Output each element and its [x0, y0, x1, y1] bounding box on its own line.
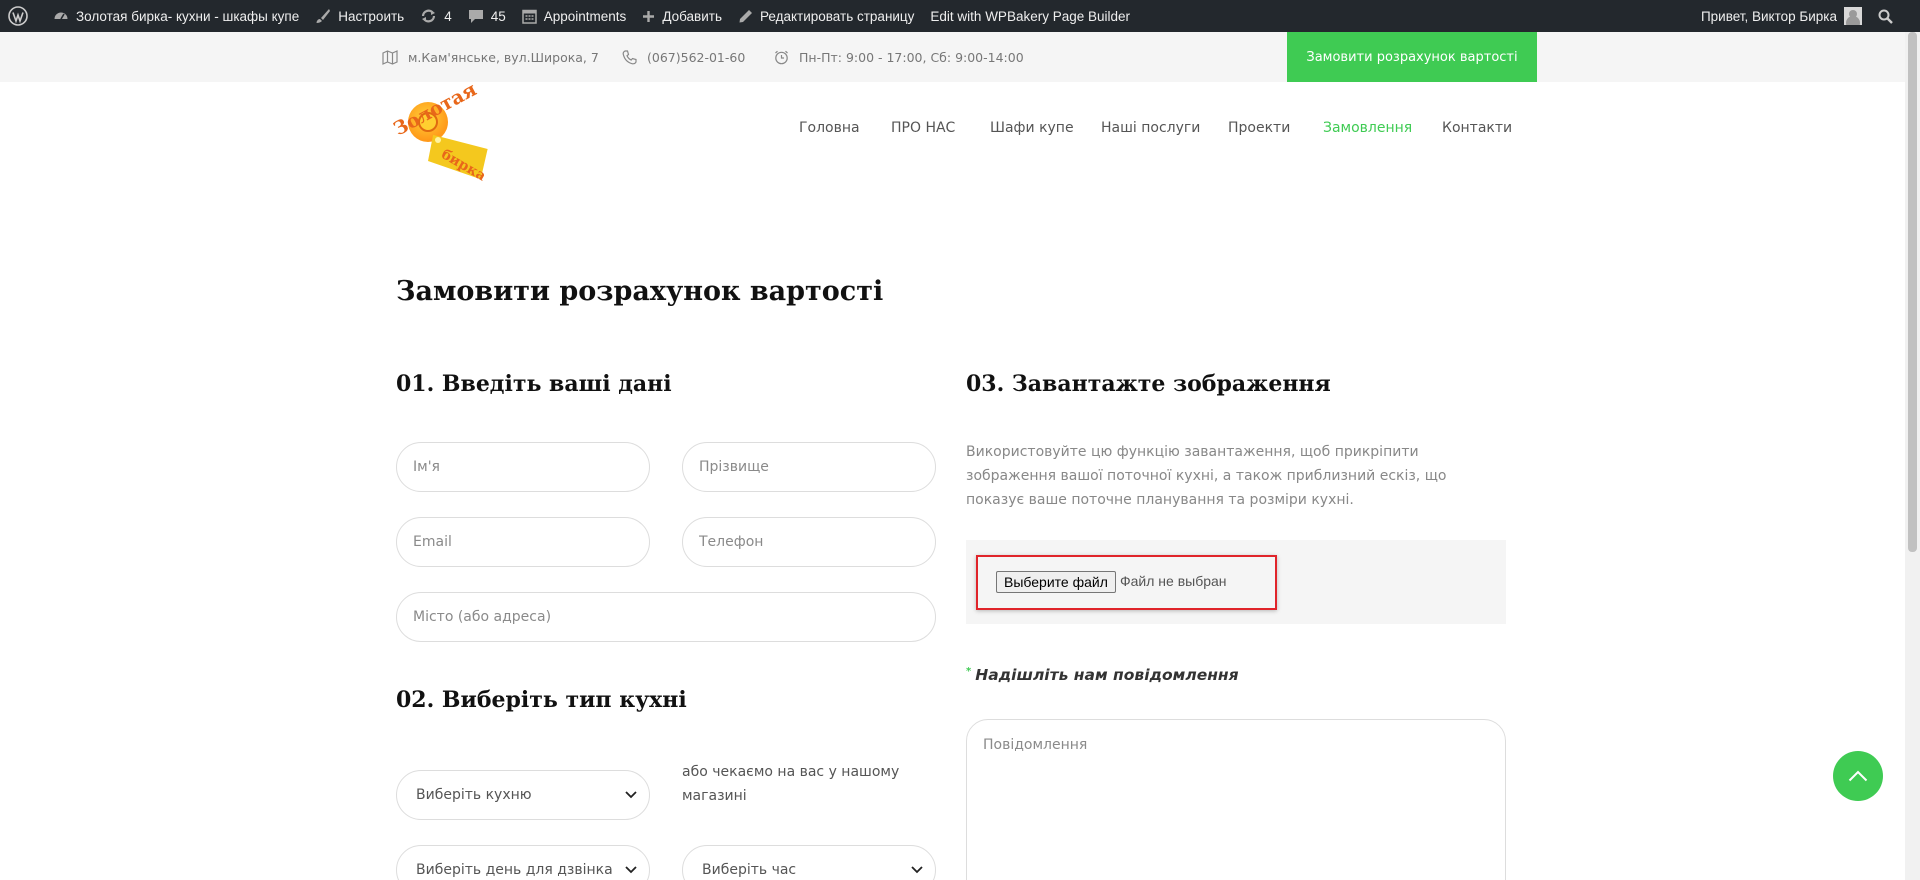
- scroll-to-top-button[interactable]: [1833, 751, 1883, 801]
- message-label-text: Надішліть нам повідомлення: [975, 666, 1239, 685]
- brush-icon: [316, 9, 331, 23]
- order-estimate-button[interactable]: Замовити розрахунок вартості: [1287, 32, 1537, 82]
- address-text: м.Кам'янське, вул.Широка, 7: [408, 49, 599, 65]
- admin-add-new[interactable]: Добавить: [634, 0, 730, 32]
- nav-item-order[interactable]: Замовлення: [1323, 120, 1412, 136]
- email-input[interactable]: [396, 517, 650, 567]
- admin-wpbakery-label: Edit with WPBakery Page Builder: [930, 8, 1131, 24]
- calendar-icon: [522, 9, 537, 24]
- admin-search[interactable]: [1870, 0, 1908, 32]
- hours-text: Пн-Пт: 9:00 - 17:00, Сб: 9:00-14:00: [799, 49, 1024, 65]
- file-status: Файл не выбран: [1120, 573, 1227, 589]
- choose-file-button[interactable]: Выберите файл: [996, 571, 1116, 593]
- nav-item-contacts[interactable]: Контакти: [1442, 120, 1512, 136]
- page-title: Замовити розрахунок вартості: [396, 276, 884, 307]
- call-day-select[interactable]: Виберіть день для дзвінка: [396, 845, 650, 880]
- map-icon: [382, 49, 398, 65]
- admin-greeting: Привет, Виктор Бирка: [1700, 8, 1837, 24]
- upload-description: Використовуйте цю функцію завантаження, …: [966, 444, 1447, 508]
- admin-edit-page[interactable]: Редактировать страницу: [730, 0, 922, 32]
- chevron-down-icon: [911, 866, 923, 874]
- admin-wpbakery[interactable]: Edit with WPBakery Page Builder: [922, 0, 1138, 32]
- required-asterisk: *: [966, 666, 972, 677]
- phone-input[interactable]: [682, 517, 936, 567]
- dashboard-icon: [54, 12, 68, 20]
- admin-bar: Золотая бирка- кухни - шкафы купе Настро…: [0, 0, 1920, 32]
- kitchen-select[interactable]: Виберіть кухню: [396, 770, 650, 820]
- address-info: м.Кам'янське, вул.Широка, 7: [382, 32, 599, 82]
- admin-account[interactable]: Привет, Виктор Бирка: [1693, 0, 1870, 32]
- nav-item-home[interactable]: Головна: [799, 120, 860, 136]
- store-note: або чекаємо на вас у нашому магазині: [682, 764, 900, 804]
- admin-appointments-label: Appointments: [543, 8, 627, 24]
- call-time-select-value: Виберіть час: [702, 862, 797, 878]
- search-icon: [1878, 9, 1893, 24]
- site-logo[interactable]: Золотая бирка: [388, 80, 492, 184]
- nav-item-about[interactable]: ПРО НАС: [891, 120, 955, 136]
- comment-icon: [468, 10, 483, 23]
- avatar: [1844, 7, 1862, 25]
- section-2-heading: 02. Виберіть тип кухні: [396, 687, 687, 713]
- admin-customize-label: Настроить: [338, 8, 405, 24]
- pencil-icon: [739, 9, 752, 22]
- admin-updates-count: 4: [444, 8, 452, 24]
- chevron-down-icon: [625, 791, 637, 799]
- first-name-input[interactable]: [396, 442, 650, 492]
- admin-add-new-label: Добавить: [662, 8, 722, 24]
- city-address-input[interactable]: [396, 592, 936, 642]
- nav-item-projects[interactable]: Проекти: [1228, 120, 1290, 136]
- section-1-heading: 01. Введіть ваші дані: [396, 371, 672, 397]
- wordpress-logo-icon[interactable]: [0, 0, 45, 32]
- admin-comments[interactable]: 45: [460, 0, 514, 32]
- call-day-select-value: Виберіть день для дзвінка: [416, 862, 613, 878]
- kitchen-select-value: Виберіть кухню: [416, 787, 532, 803]
- hours-info: Пн-Пт: 9:00 - 17:00, Сб: 9:00-14:00: [774, 32, 1024, 82]
- topbar: м.Кам'янське, вул.Широка, 7 (067)562-01-…: [0, 32, 1905, 82]
- message-textarea[interactable]: [966, 719, 1506, 880]
- admin-comments-count: 45: [490, 8, 506, 24]
- last-name-input[interactable]: [682, 442, 936, 492]
- section-3-heading: 03. Завантажте зображення: [966, 371, 1331, 397]
- phone-icon: [622, 49, 637, 64]
- call-time-select[interactable]: Виберіть час: [682, 845, 936, 880]
- phone-text: (067)562-01-60: [647, 49, 746, 65]
- updates-icon: [422, 9, 436, 23]
- scrollbar-thumb[interactable]: [1908, 32, 1917, 552]
- admin-updates[interactable]: 4: [412, 0, 460, 32]
- admin-appointments[interactable]: Appointments: [514, 0, 635, 32]
- chevron-up-icon: [1848, 770, 1868, 782]
- admin-edit-page-label: Редактировать страницу: [759, 8, 915, 24]
- chevron-down-icon: [625, 866, 637, 874]
- nav-item-wardrobes[interactable]: Шафи купе: [990, 120, 1074, 136]
- admin-customize[interactable]: Настроить: [307, 0, 412, 32]
- nav-item-services[interactable]: Наші послуги: [1101, 120, 1200, 136]
- plus-icon: [643, 10, 655, 22]
- phone-info: (067)562-01-60: [622, 32, 745, 82]
- admin-site-name-label: Золотая бирка- кухни - шкафы купе: [76, 8, 300, 24]
- admin-site-name[interactable]: Золотая бирка- кухни - шкафы купе: [45, 0, 307, 32]
- clock-icon: [775, 50, 788, 64]
- message-label: * Надішліть нам повідомлення: [966, 666, 1239, 684]
